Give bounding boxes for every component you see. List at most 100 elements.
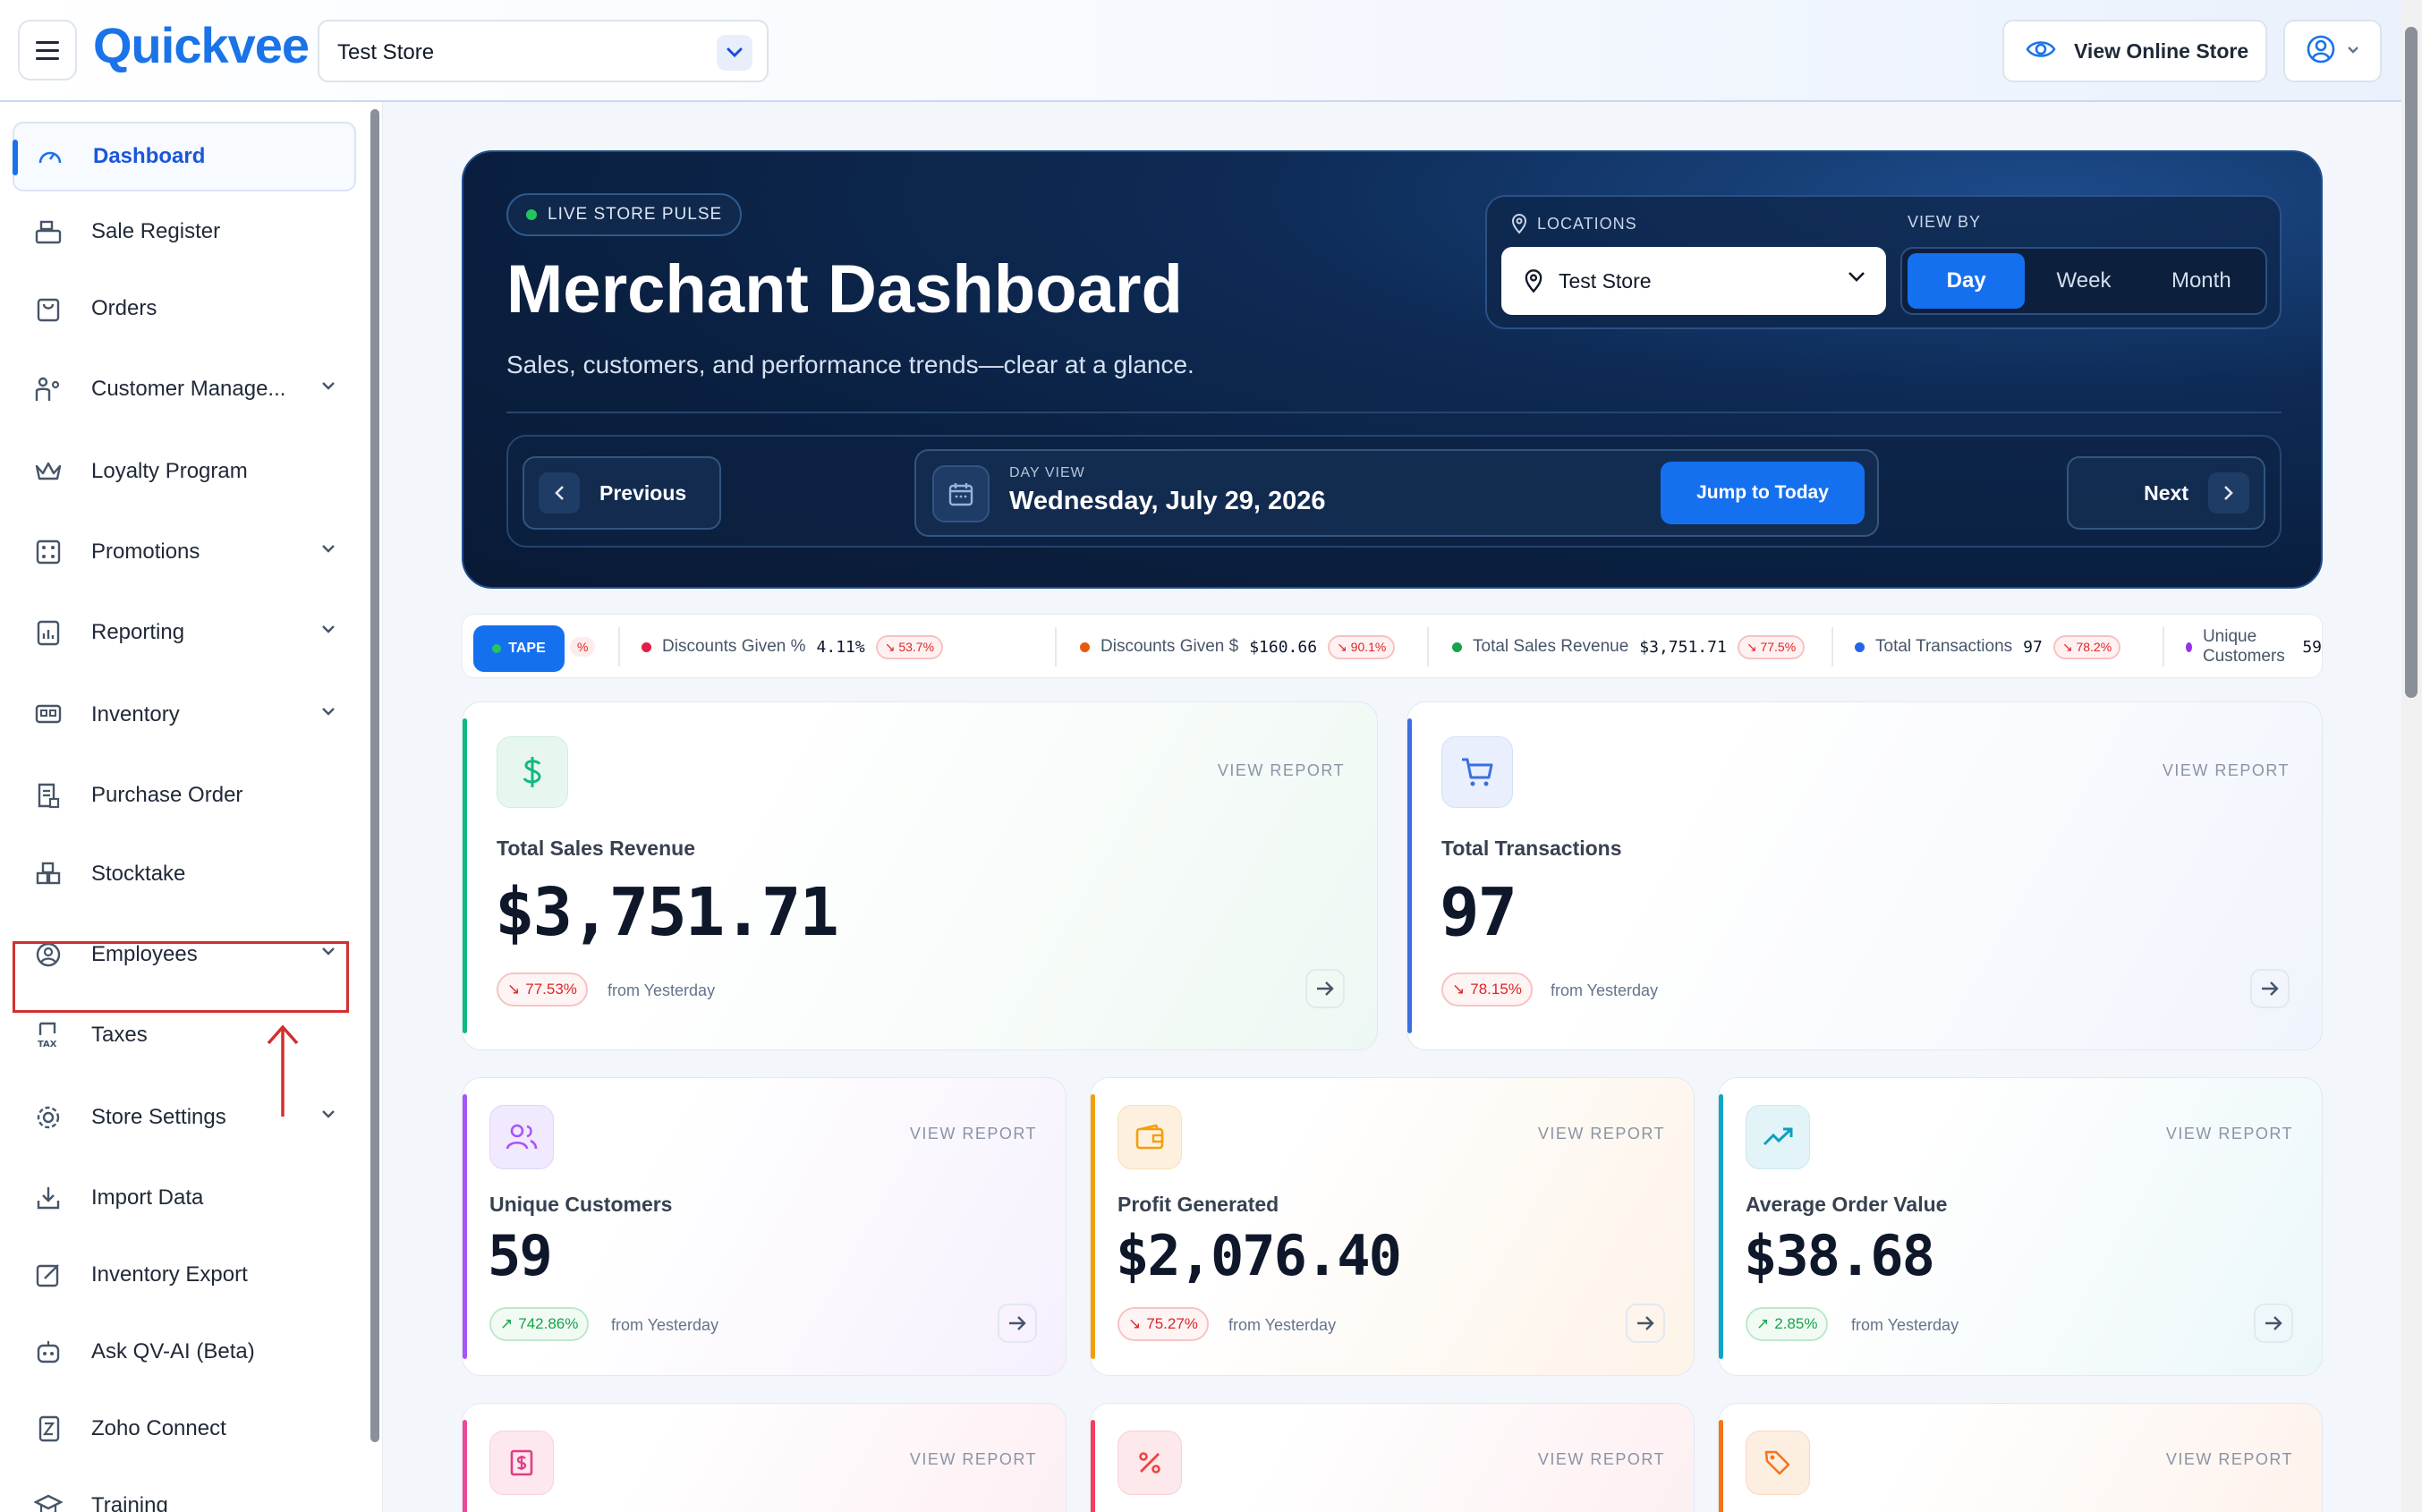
divider [1427,627,1429,667]
sidebar-item-ask-qv-ai[interactable]: Ask QV-AI (Beta) [13,1317,356,1387]
ticker-item-unique-customers[interactable]: Unique Customers 59 [2186,615,2322,677]
jump-to-today-button[interactable]: Jump to Today [1661,462,1865,524]
change-badge: ↗ 2.85% [1746,1307,1829,1341]
sidebar-item-customer-management[interactable]: Customer Manage... [13,354,356,424]
card-value: 59 [488,1223,553,1288]
scrollbar-thumb[interactable] [2405,27,2418,698]
app-logo[interactable]: Quickvee [93,16,310,74]
annotation-arrow-up [267,1024,299,1117]
chevron-down-icon [320,623,336,639]
view-report-link[interactable]: VIEW REPORT [1538,1450,1665,1469]
trending-up-icon [1746,1105,1810,1169]
arrow-right-icon[interactable] [1305,969,1345,1008]
kpi-card-unique-customers[interactable]: VIEW REPORT Unique Customers 59 ↗ 742.86… [462,1077,1067,1376]
view-report-link[interactable]: VIEW REPORT [910,1125,1037,1143]
stocktake-icon [32,858,64,890]
view-report-link[interactable]: VIEW REPORT [1538,1125,1665,1143]
sidebar-item-reporting[interactable]: Reporting [13,598,356,667]
tax-icon: TAX [32,1019,64,1051]
view-by-month[interactable]: Month [2143,253,2260,309]
sidebar-item-dashboard[interactable]: Dashboard [13,122,356,191]
sidebar-item-label: Promotions [91,539,200,564]
sidebar-item-purchase-order[interactable]: Purchase Order [13,760,356,830]
kpi-card-average-order-value[interactable]: VIEW REPORT Average Order Value $38.68 ↗… [1718,1077,2323,1376]
sidebar-item-label: Inventory Export [91,1262,248,1287]
menu-toggle-button[interactable] [18,20,77,81]
sidebar-item-sale-register[interactable]: Sale Register [13,197,356,267]
sidebar-item-label: Dashboard [93,144,206,168]
comparison-label: from Yesterday [1551,981,1659,999]
tape-label: TAPE [508,641,546,656]
tag-icon [1746,1431,1810,1495]
kpi-card-total-sales-revenue[interactable]: VIEW REPORT Total Sales Revenue $3,751.7… [462,701,1378,1050]
sidebar-item-zoho-connect[interactable]: Zoho Connect [13,1394,356,1464]
previous-button[interactable]: Previous [523,456,721,530]
location-select[interactable]: Test Store [1501,247,1886,315]
sidebar-item-orders[interactable]: Orders [13,274,356,344]
view-report-link[interactable]: VIEW REPORT [1218,761,1345,780]
live-dot-icon [526,209,537,220]
arrow-right-icon[interactable] [2254,1304,2293,1343]
kpi-card-partial-2[interactable]: VIEW REPORT [1090,1403,1695,1512]
sidebar-item-import-data[interactable]: Import Data [13,1163,356,1233]
card-accent [463,718,467,1033]
chevron-down-icon [2347,43,2359,59]
arrow-right-icon[interactable] [998,1304,1037,1343]
users-icon [489,1105,554,1169]
chevron-right-icon [2208,472,2249,514]
top-bar: Quickvee Test Store View Online Store [0,0,2422,102]
page-scrollbar[interactable] [2401,0,2422,1512]
sidebar-item-store-settings[interactable]: Store Settings [13,1083,356,1152]
next-label: Next [2144,480,2188,505]
view-report-link[interactable]: VIEW REPORT [910,1450,1037,1469]
sidebar-item-promotions[interactable]: Promotions [13,517,356,587]
series-dot-icon [1855,641,1865,652]
arrow-right-icon[interactable] [1626,1304,1665,1343]
sidebar-item-training[interactable]: Training [13,1471,356,1512]
card-accent [1719,1420,1723,1512]
ticker-item-total-transactions[interactable]: Total Transactions 97 ↘ 78.2% [1855,615,2121,677]
next-button[interactable]: Next [2067,456,2265,530]
sidebar-item-loyalty-program[interactable]: Loyalty Program [13,437,356,506]
crown-icon [32,455,64,488]
sidebar-item-stocktake[interactable]: Stocktake [13,839,356,909]
card-value: $2,076.40 [1116,1223,1402,1288]
arrow-right-icon[interactable] [2250,969,2290,1008]
kpi-card-partial-3[interactable]: VIEW REPORT [1718,1403,2323,1512]
view-by-week[interactable]: Week [2025,253,2142,309]
kpi-card-profit-generated[interactable]: VIEW REPORT Profit Generated $2,076.40 ↘… [1090,1077,1695,1376]
card-accent [1719,1094,1723,1359]
ticker-item-total-sales-revenue[interactable]: Total Sales Revenue $3,751.71 ↘ 77.5% [1452,615,1806,677]
sidebar-item-label: Customer Manage... [91,377,286,401]
ticker-item-discounts-dollar[interactable]: Discounts Given $ $160.66 ↘ 90.1% [1080,615,1396,677]
kpi-card-partial-1[interactable]: VIEW REPORT [462,1403,1067,1512]
sidebar-scrollbar[interactable] [370,109,379,1442]
promotions-icon [32,536,64,568]
sidebar-item-label: Training [91,1493,168,1512]
change-badge: ↗ 742.86% [489,1307,590,1341]
sidebar-item-inventory-export[interactable]: Inventory Export [13,1240,356,1310]
view-by-day[interactable]: Day [1908,253,2026,309]
ticker-label: Unique Customers [2202,627,2285,666]
view-online-store-button[interactable]: View Online Store [2002,20,2267,82]
ticker-value: 4.11% [816,637,865,657]
kpi-card-total-transactions[interactable]: VIEW REPORT Total Transactions 97 ↘ 78.1… [1406,701,2323,1050]
card-accent [1091,1420,1095,1512]
page-subtitle: Sales, customers, and performance trends… [506,351,1194,378]
ticker-change-value: 77.5% [1760,639,1797,654]
view-report-link[interactable]: VIEW REPORT [2163,761,2290,780]
view-report-link[interactable]: VIEW REPORT [2166,1125,2293,1143]
ticker-item-discounts-percent[interactable]: Discounts Given % 4.11% ↘ 53.7% [642,615,944,677]
account-menu-button[interactable] [2283,20,2382,82]
metrics-ticker: TAPE % Discounts Given % 4.11% ↘ 53.7% D… [462,614,2323,678]
ticker-value: 59 [2302,637,2322,657]
ticker-change: ↘ 77.5% [1737,634,1806,659]
view-report-link[interactable]: VIEW REPORT [2166,1450,2293,1469]
ticker-value: $3,751.71 [1639,637,1727,657]
card-accent [1407,718,1412,1033]
store-select[interactable]: Test Store [318,20,769,82]
sidebar-item-inventory[interactable]: Inventory [13,680,356,750]
calendar-icon[interactable] [932,465,990,522]
sidebar: Dashboard Sale Register Orders Customer … [0,102,383,1512]
stocktake-highlight [13,941,349,1013]
